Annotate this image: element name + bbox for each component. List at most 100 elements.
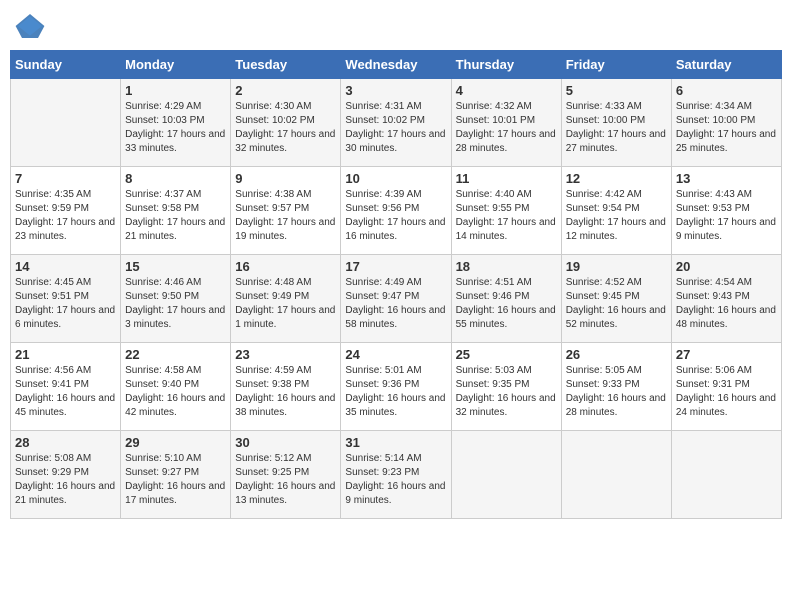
- calendar-cell: 16 Sunrise: 4:48 AMSunset: 9:49 PMDayligh…: [231, 255, 341, 343]
- day-number: 13: [676, 171, 777, 186]
- calendar-cell: 22 Sunrise: 4:58 AMSunset: 9:40 PMDayligh…: [121, 343, 231, 431]
- day-number: 10: [345, 171, 446, 186]
- calendar-cell: 11 Sunrise: 4:40 AMSunset: 9:55 PMDayligh…: [451, 167, 561, 255]
- calendar-cell: 24 Sunrise: 5:01 AMSunset: 9:36 PMDayligh…: [341, 343, 451, 431]
- calendar-cell: 6 Sunrise: 4:34 AMSunset: 10:00 PMDayligh…: [671, 79, 781, 167]
- calendar-table: SundayMondayTuesdayWednesdayThursdayFrid…: [10, 50, 782, 519]
- calendar-cell: 9 Sunrise: 4:38 AMSunset: 9:57 PMDaylight…: [231, 167, 341, 255]
- calendar-cell: 27 Sunrise: 5:06 AMSunset: 9:31 PMDayligh…: [671, 343, 781, 431]
- calendar-cell: [671, 431, 781, 519]
- calendar-cell: 28 Sunrise: 5:08 AMSunset: 9:29 PMDayligh…: [11, 431, 121, 519]
- day-info: Sunrise: 5:06 AMSunset: 9:31 PMDaylight:…: [676, 364, 777, 420]
- day-info: Sunrise: 4:58 AMSunset: 9:40 PMDaylight:…: [125, 364, 226, 420]
- calendar-cell: [451, 431, 561, 519]
- day-info: Sunrise: 4:29 AMSunset: 10:03 PMDaylight…: [125, 100, 226, 156]
- calendar-week-row: 21 Sunrise: 4:56 AMSunset: 9:41 PMDayligh…: [11, 343, 782, 431]
- day-info: Sunrise: 4:48 AMSunset: 9:49 PMDaylight:…: [235, 276, 336, 332]
- day-info: Sunrise: 4:46 AMSunset: 9:50 PMDaylight:…: [125, 276, 226, 332]
- calendar-cell: 23 Sunrise: 4:59 AMSunset: 9:38 PMDayligh…: [231, 343, 341, 431]
- calendar-cell: 21 Sunrise: 4:56 AMSunset: 9:41 PMDayligh…: [11, 343, 121, 431]
- day-info: Sunrise: 4:32 AMSunset: 10:01 PMDaylight…: [456, 100, 557, 156]
- day-number: 1: [125, 83, 226, 98]
- day-number: 19: [566, 259, 667, 274]
- day-number: 22: [125, 347, 226, 362]
- day-info: Sunrise: 4:33 AMSunset: 10:00 PMDaylight…: [566, 100, 667, 156]
- day-number: 11: [456, 171, 557, 186]
- day-info: Sunrise: 5:01 AMSunset: 9:36 PMDaylight:…: [345, 364, 446, 420]
- day-info: Sunrise: 4:51 AMSunset: 9:46 PMDaylight:…: [456, 276, 557, 332]
- calendar-cell: 20 Sunrise: 4:54 AMSunset: 9:43 PMDayligh…: [671, 255, 781, 343]
- day-number: 17: [345, 259, 446, 274]
- calendar-cell: 1 Sunrise: 4:29 AMSunset: 10:03 PMDayligh…: [121, 79, 231, 167]
- day-number: 9: [235, 171, 336, 186]
- day-info: Sunrise: 5:14 AMSunset: 9:23 PMDaylight:…: [345, 452, 446, 508]
- day-number: 2: [235, 83, 336, 98]
- day-info: Sunrise: 4:56 AMSunset: 9:41 PMDaylight:…: [15, 364, 116, 420]
- day-number: 15: [125, 259, 226, 274]
- logo: [14, 10, 50, 42]
- day-info: Sunrise: 4:30 AMSunset: 10:02 PMDaylight…: [235, 100, 336, 156]
- logo-icon: [14, 10, 46, 42]
- calendar-cell: 29 Sunrise: 5:10 AMSunset: 9:27 PMDayligh…: [121, 431, 231, 519]
- calendar-cell: 15 Sunrise: 4:46 AMSunset: 9:50 PMDayligh…: [121, 255, 231, 343]
- calendar-cell: 12 Sunrise: 4:42 AMSunset: 9:54 PMDayligh…: [561, 167, 671, 255]
- calendar-cell: [561, 431, 671, 519]
- day-number: 16: [235, 259, 336, 274]
- calendar-cell: 5 Sunrise: 4:33 AMSunset: 10:00 PMDayligh…: [561, 79, 671, 167]
- day-info: Sunrise: 5:10 AMSunset: 9:27 PMDaylight:…: [125, 452, 226, 508]
- day-info: Sunrise: 4:54 AMSunset: 9:43 PMDaylight:…: [676, 276, 777, 332]
- day-number: 26: [566, 347, 667, 362]
- day-number: 23: [235, 347, 336, 362]
- calendar-cell: 7 Sunrise: 4:35 AMSunset: 9:59 PMDaylight…: [11, 167, 121, 255]
- page-header: [10, 10, 782, 42]
- day-number: 25: [456, 347, 557, 362]
- day-info: Sunrise: 4:37 AMSunset: 9:58 PMDaylight:…: [125, 188, 226, 244]
- weekday-header-sunday: Sunday: [11, 51, 121, 79]
- weekday-header-wednesday: Wednesday: [341, 51, 451, 79]
- calendar-cell: 10 Sunrise: 4:39 AMSunset: 9:56 PMDayligh…: [341, 167, 451, 255]
- day-number: 5: [566, 83, 667, 98]
- day-info: Sunrise: 4:40 AMSunset: 9:55 PMDaylight:…: [456, 188, 557, 244]
- day-number: 8: [125, 171, 226, 186]
- day-info: Sunrise: 4:34 AMSunset: 10:00 PMDaylight…: [676, 100, 777, 156]
- day-number: 12: [566, 171, 667, 186]
- day-info: Sunrise: 4:38 AMSunset: 9:57 PMDaylight:…: [235, 188, 336, 244]
- day-number: 6: [676, 83, 777, 98]
- day-number: 29: [125, 435, 226, 450]
- calendar-cell: 3Sunrise: 4:31 AMSunset: 10:02 PMDayligh…: [341, 79, 451, 167]
- weekday-header-monday: Monday: [121, 51, 231, 79]
- day-number: 20: [676, 259, 777, 274]
- calendar-cell: 2 Sunrise: 4:30 AMSunset: 10:02 PMDayligh…: [231, 79, 341, 167]
- day-info: Sunrise: 4:43 AMSunset: 9:53 PMDaylight:…: [676, 188, 777, 244]
- day-info: Sunrise: 5:05 AMSunset: 9:33 PMDaylight:…: [566, 364, 667, 420]
- day-number: 21: [15, 347, 116, 362]
- day-info: Sunrise: 5:08 AMSunset: 9:29 PMDaylight:…: [15, 452, 116, 508]
- day-number: 7: [15, 171, 116, 186]
- day-info: Sunrise: 5:03 AMSunset: 9:35 PMDaylight:…: [456, 364, 557, 420]
- calendar-cell: 25 Sunrise: 5:03 AMSunset: 9:35 PMDayligh…: [451, 343, 561, 431]
- day-number: 4: [456, 83, 557, 98]
- weekday-header-thursday: Thursday: [451, 51, 561, 79]
- day-info: Sunrise: 4:39 AMSunset: 9:56 PMDaylight:…: [345, 188, 446, 244]
- calendar-cell: 18 Sunrise: 4:51 AMSunset: 9:46 PMDayligh…: [451, 255, 561, 343]
- day-info: Sunrise: 4:42 AMSunset: 9:54 PMDaylight:…: [566, 188, 667, 244]
- day-number: 31: [345, 435, 446, 450]
- calendar-week-row: 7 Sunrise: 4:35 AMSunset: 9:59 PMDaylight…: [11, 167, 782, 255]
- calendar-cell: 30 Sunrise: 5:12 AMSunset: 9:25 PMDayligh…: [231, 431, 341, 519]
- day-number: 30: [235, 435, 336, 450]
- weekday-header-saturday: Saturday: [671, 51, 781, 79]
- calendar-week-row: 28 Sunrise: 5:08 AMSunset: 9:29 PMDayligh…: [11, 431, 782, 519]
- day-info: Sunrise: 4:35 AMSunset: 9:59 PMDaylight:…: [15, 188, 116, 244]
- calendar-cell: 8 Sunrise: 4:37 AMSunset: 9:58 PMDaylight…: [121, 167, 231, 255]
- weekday-header-tuesday: Tuesday: [231, 51, 341, 79]
- day-number: 27: [676, 347, 777, 362]
- calendar-week-row: 14Sunrise: 4:45 AMSunset: 9:51 PMDayligh…: [11, 255, 782, 343]
- day-number: 18: [456, 259, 557, 274]
- day-number: 24: [345, 347, 446, 362]
- day-info: Sunrise: 4:59 AMSunset: 9:38 PMDaylight:…: [235, 364, 336, 420]
- calendar-cell: 13 Sunrise: 4:43 AMSunset: 9:53 PMDayligh…: [671, 167, 781, 255]
- day-number: 28: [15, 435, 116, 450]
- calendar-cell: 26 Sunrise: 5:05 AMSunset: 9:33 PMDayligh…: [561, 343, 671, 431]
- calendar-cell: 4 Sunrise: 4:32 AMSunset: 10:01 PMDayligh…: [451, 79, 561, 167]
- day-info: Sunrise: 5:12 AMSunset: 9:25 PMDaylight:…: [235, 452, 336, 508]
